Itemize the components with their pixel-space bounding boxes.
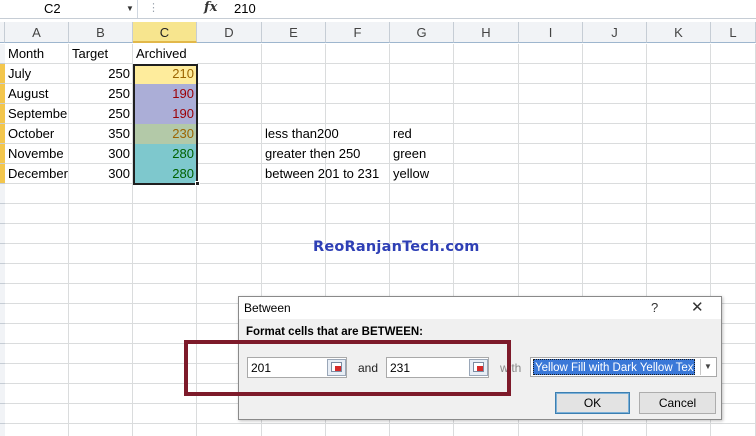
row-header[interactable] [0, 184, 5, 204]
dialog-titlebar[interactable]: Between ? ✕ [239, 297, 721, 319]
column-header-b[interactable]: B [69, 22, 133, 43]
close-icon[interactable]: ✕ [691, 298, 704, 316]
row-header[interactable] [0, 284, 5, 304]
cell-a2[interactable]: July [5, 64, 69, 84]
row-header[interactable] [0, 344, 5, 364]
cell-b2[interactable]: 250 [69, 64, 133, 84]
column-header-h[interactable]: H [454, 22, 519, 43]
column-header-c[interactable]: C [133, 22, 197, 43]
cell-b3[interactable]: 250 [69, 84, 133, 104]
column-header-j[interactable]: J [583, 22, 647, 43]
dialog-instruction: Format cells that are BETWEEN: [246, 326, 424, 338]
row-gridline [5, 223, 756, 224]
name-box-dropdown-icon[interactable]: ▼ [126, 4, 134, 13]
cell-b6[interactable]: 300 [69, 144, 133, 164]
format-select[interactable]: Yellow Fill with Dark Yellow Text ▼ [530, 357, 717, 377]
row-header[interactable] [0, 404, 5, 424]
row-gridline [5, 283, 756, 284]
cell-a7[interactable]: December [5, 164, 69, 184]
cell-g5[interactable]: red [390, 124, 454, 144]
row-header[interactable] [0, 424, 5, 436]
row-header[interactable] [0, 244, 5, 264]
cancel-button[interactable]: Cancel [639, 392, 716, 414]
name-box-value: C2 [44, 1, 61, 16]
row-header[interactable] [0, 364, 5, 384]
column-header-d[interactable]: D [197, 22, 262, 43]
cell-e7[interactable]: between 201 to 231 [262, 164, 390, 184]
cell-a5[interactable]: October [5, 124, 69, 144]
cell-e5[interactable]: less than200 [262, 124, 390, 144]
watermark: ReoRanjanTech.com [313, 239, 480, 255]
chevron-down-icon[interactable]: ▼ [700, 359, 715, 375]
row-header[interactable] [0, 224, 5, 244]
column-header-a[interactable]: A [5, 22, 69, 43]
row-gridline [5, 203, 756, 204]
column-header-l[interactable]: L [711, 22, 756, 43]
cell-b7[interactable]: 300 [69, 164, 133, 184]
name-box[interactable]: C2 ▼ [0, 0, 138, 18]
fill-handle[interactable] [195, 181, 200, 186]
cell-a1[interactable]: Month [5, 44, 69, 64]
dialog-title: Between [244, 301, 291, 315]
row-header[interactable] [0, 304, 5, 324]
cell-b4[interactable]: 250 [69, 104, 133, 124]
formula-bar: C2 ▼ ⋮ fx 210 [0, 0, 756, 19]
column-header-e[interactable]: E [262, 22, 326, 43]
ok-button[interactable]: OK [555, 392, 630, 414]
cell-b5[interactable]: 350 [69, 124, 133, 144]
column-header-g[interactable]: G [390, 22, 454, 43]
row-header[interactable] [0, 384, 5, 404]
formula-input[interactable]: 210 [234, 1, 256, 16]
row-gridline [5, 423, 756, 424]
resize-handle-icon[interactable]: ⋮ [148, 1, 159, 14]
row-header[interactable] [0, 204, 5, 224]
cell-g7[interactable]: yellow [390, 164, 454, 184]
format-select-value: Yellow Fill with Dark Yellow Text [533, 359, 695, 375]
cell-c1[interactable]: Archived [133, 44, 197, 64]
selection-outline [133, 64, 198, 185]
cell-a4[interactable]: Septembe [5, 104, 69, 124]
column-header-i[interactable]: I [519, 22, 583, 43]
cell-a3[interactable]: August [5, 84, 69, 104]
row-header[interactable] [0, 264, 5, 284]
cell-g6[interactable]: green [390, 144, 454, 164]
cell-b1[interactable]: Target [69, 44, 133, 64]
insert-function-icon[interactable]: fx [204, 0, 217, 15]
row-header[interactable] [0, 324, 5, 344]
cell-e6[interactable]: greater then 250 [262, 144, 390, 164]
formula-buttons: ⋮ fx [140, 0, 222, 18]
help-icon[interactable]: ? [651, 300, 658, 315]
column-header-k[interactable]: K [647, 22, 711, 43]
row-gridline [5, 263, 756, 264]
column-header-f[interactable]: F [326, 22, 390, 43]
annotation-highlight-box [184, 340, 511, 396]
cell-a6[interactable]: Novembe [5, 144, 69, 164]
